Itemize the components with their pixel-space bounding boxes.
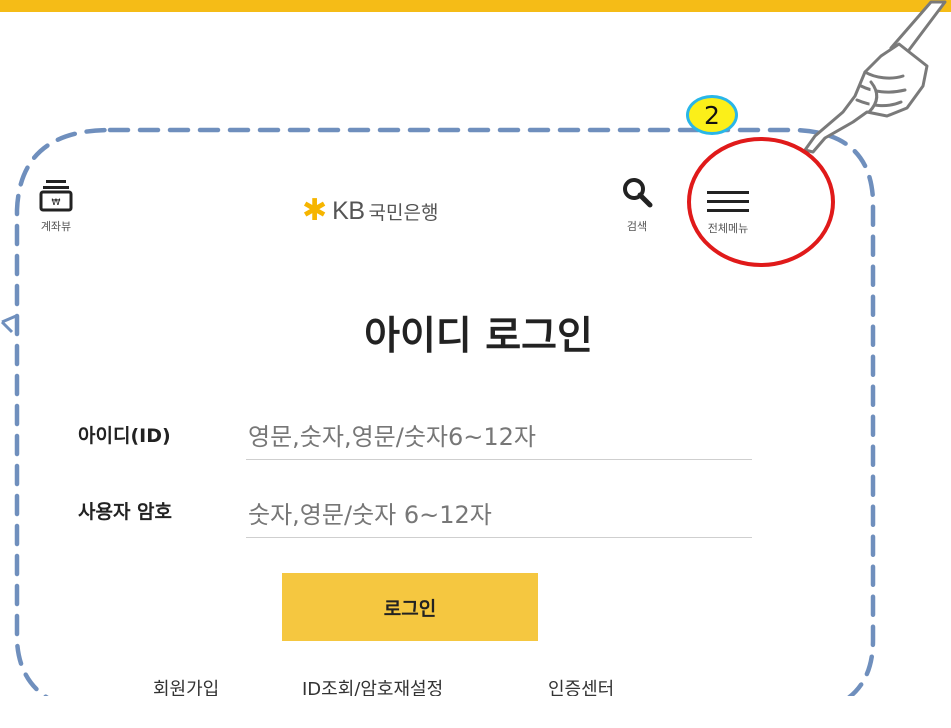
logo-bank-name: 국민은행: [368, 201, 439, 224]
kb-logo[interactable]: ✱ KB 국민은행: [302, 196, 438, 226]
password-input[interactable]: [246, 498, 752, 538]
footer-links: 회원가입 ID조회/암호재설정 인증센터: [0, 675, 951, 696]
step-number: 2: [704, 100, 720, 130]
bottom-mask: [0, 696, 951, 728]
step-badge: 2: [686, 95, 738, 135]
account-view-button[interactable]: ₩ 계좌뷰: [38, 178, 74, 234]
account-view-label: 계좌뷰: [40, 220, 72, 233]
highlight-circle: [687, 137, 835, 267]
join-link[interactable]: 회원가입: [153, 675, 219, 696]
svg-text:₩: ₩: [52, 198, 61, 208]
logo-brand: KB: [332, 196, 365, 225]
certificate-center-link[interactable]: 인증센터: [548, 675, 614, 696]
id-label: 아이디(ID): [78, 425, 171, 447]
password-label: 사용자 암호: [78, 501, 173, 523]
search-button[interactable]: 검색: [619, 176, 655, 234]
page-title: 아이디 로그인: [364, 314, 593, 359]
magnifier-icon: [623, 178, 653, 208]
find-id-reset-password-link[interactable]: ID조회/암호재설정: [302, 675, 443, 696]
login-button[interactable]: 로그인: [282, 573, 538, 641]
wallet-stack-icon: ₩: [39, 180, 73, 212]
search-label: 검색: [626, 220, 648, 233]
kb-star-icon: ✱: [302, 193, 328, 228]
id-input[interactable]: [246, 420, 752, 460]
